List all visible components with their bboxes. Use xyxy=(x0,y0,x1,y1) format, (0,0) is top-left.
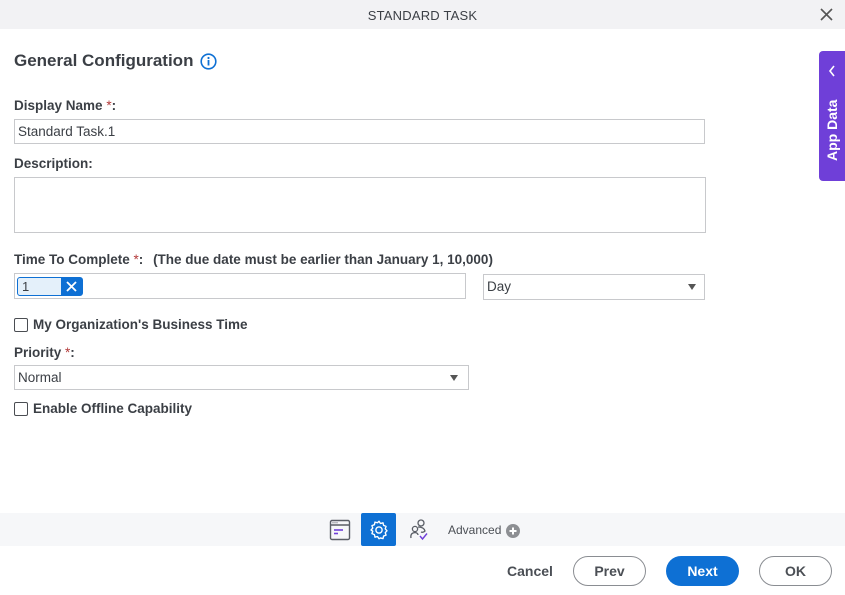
offline-checkbox[interactable] xyxy=(14,402,28,416)
app-data-panel-tab[interactable]: App Data xyxy=(819,51,845,181)
offline-label: Enable Offline Capability xyxy=(33,401,193,416)
cancel-button[interactable]: Cancel xyxy=(500,556,560,586)
form-properties-button[interactable] xyxy=(322,513,357,546)
info-icon[interactable] xyxy=(200,53,217,70)
app-data-label: App Data xyxy=(824,99,840,161)
section-heading: General Configuration xyxy=(14,51,194,70)
value-token: 1 xyxy=(17,277,83,296)
display-name-label-text: Display Name xyxy=(14,98,103,113)
display-name-value: Standard Task.1 xyxy=(18,124,116,139)
bottom-toolbar: Advanced xyxy=(0,513,845,546)
priority-label: Priority *: xyxy=(14,345,75,360)
chevron-left-icon xyxy=(828,65,835,77)
gear-icon xyxy=(369,520,388,539)
remove-token-button[interactable] xyxy=(61,278,82,295)
priority-value: Normal xyxy=(18,370,62,385)
due-date-hint: (The due date must be earlier than Janua… xyxy=(153,252,493,267)
dropdown-arrow-icon xyxy=(688,284,696,290)
dropdown-arrow-icon xyxy=(450,375,458,381)
token-value: 1 xyxy=(22,279,30,294)
participants-button[interactable] xyxy=(401,513,436,546)
configuration-button[interactable] xyxy=(361,513,396,546)
time-unit-select[interactable]: Day xyxy=(483,274,705,300)
prev-button[interactable]: Prev xyxy=(573,556,646,586)
close-icon[interactable] xyxy=(819,7,834,22)
window-title: STANDARD TASK xyxy=(367,8,478,23)
display-name-input[interactable]: Standard Task.1 xyxy=(14,119,705,144)
business-time-checkbox[interactable] xyxy=(14,318,28,332)
next-button[interactable]: Next xyxy=(666,556,739,586)
label-colon: : xyxy=(70,345,75,360)
description-label: Description: xyxy=(14,156,93,171)
time-unit-value: Day xyxy=(487,279,512,294)
label-colon: : xyxy=(138,252,144,267)
business-time-label: My Organization's Business Time xyxy=(33,317,248,332)
form-properties-icon xyxy=(329,519,350,540)
ok-button[interactable]: OK xyxy=(759,556,832,586)
label-colon: : xyxy=(111,98,117,113)
time-to-complete-label-text: Time To Complete xyxy=(14,252,130,267)
advanced-button[interactable]: Advanced xyxy=(448,523,501,537)
plus-circle-icon[interactable] xyxy=(506,524,520,538)
participants-icon xyxy=(409,518,428,540)
time-to-complete-label: Time To Complete *: (The due date must b… xyxy=(14,252,493,267)
title-bar: STANDARD TASK xyxy=(0,0,845,29)
priority-select[interactable]: Normal xyxy=(14,365,469,390)
display-name-label: Display Name *: xyxy=(14,98,116,113)
close-icon xyxy=(66,281,77,292)
description-textarea[interactable] xyxy=(14,177,706,233)
priority-label-text: Priority xyxy=(14,345,62,360)
